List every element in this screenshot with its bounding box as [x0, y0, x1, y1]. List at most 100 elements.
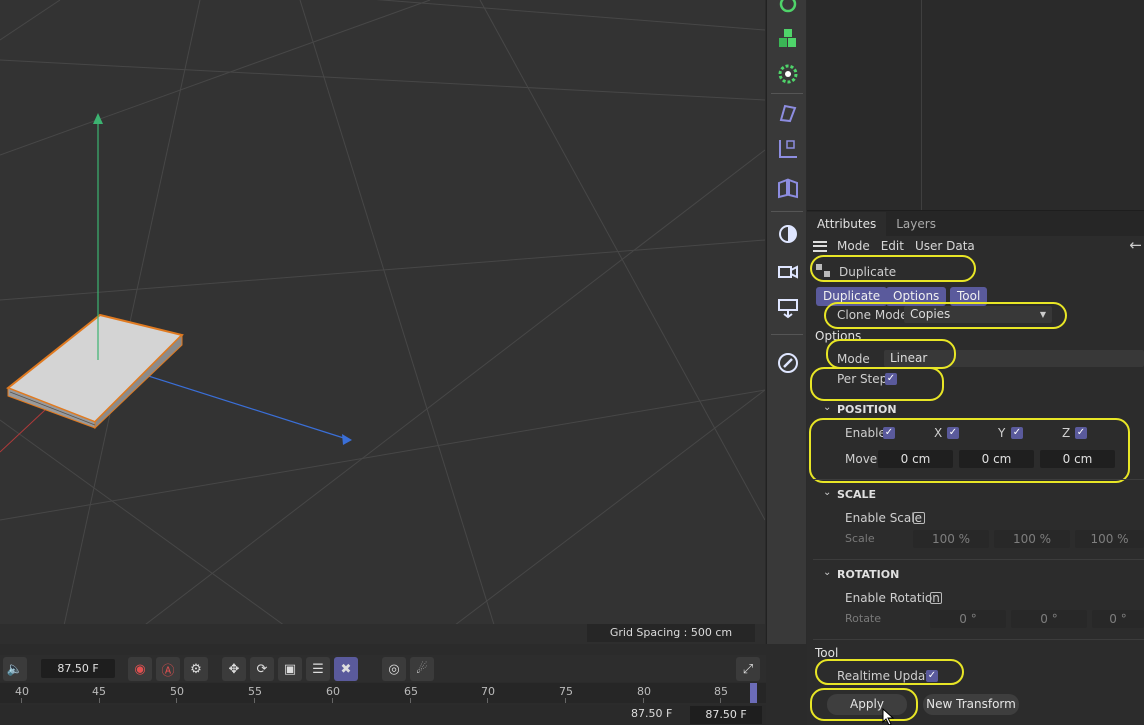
timeline-status-bar: 87.50 F 87.50 F: [0, 705, 766, 725]
deformer-icon[interactable]: [773, 98, 803, 128]
subtab-duplicate[interactable]: Duplicate: [816, 287, 888, 306]
scale-key-icon[interactable]: ▣: [278, 657, 302, 681]
axis-icon[interactable]: [773, 134, 803, 164]
ruler-label: 70: [481, 685, 495, 698]
ruler-label: 85: [714, 685, 728, 698]
ruler-label: 60: [326, 685, 340, 698]
position-z-label: Z: [1062, 426, 1071, 440]
ruler-label: 80: [637, 685, 651, 698]
ruler-label: 55: [248, 685, 262, 698]
transport-bar: 🔈 87.50 F ◉ Ⓐ ⚙ ✥ ⟳ ▣ ☰ ✖ ◎ ☄ ⤢: [0, 655, 766, 682]
x-axis: [0, 409, 46, 453]
pla-key-icon[interactable]: ✖: [334, 657, 358, 681]
end-frame-value: 87.50 F: [631, 707, 673, 720]
attributes-menu: Mode Edit User Data ←: [807, 236, 1144, 256]
move-y-field[interactable]: 0 cm: [959, 450, 1034, 468]
position-y-checkbox[interactable]: ✓: [1011, 427, 1023, 439]
timeline-ruler[interactable]: 40 45 50 55 60 65 70 75 80 85: [0, 683, 766, 703]
chevron-down-icon[interactable]: ⌄: [823, 567, 831, 578]
clone-mode-value: Copies: [910, 307, 951, 321]
max-frame-field[interactable]: 87.50 F: [690, 706, 762, 724]
attributes-panel: Attributes Layers Mode Edit User Data ← …: [807, 210, 1144, 725]
ruler-label: 65: [404, 685, 418, 698]
ruler-label: 50: [170, 685, 184, 698]
enable-scale-label: Enable Scale: [845, 511, 922, 525]
realtime-update-checkbox[interactable]: ✓: [926, 670, 938, 682]
timeline-expand-icon[interactable]: ⤢: [736, 657, 760, 681]
menu-user-data[interactable]: User Data: [915, 239, 975, 253]
position-x-label: X: [934, 426, 943, 440]
move-z-field[interactable]: 0 cm: [1040, 450, 1115, 468]
rotate-key-icon[interactable]: ⟳: [250, 657, 274, 681]
keyframe-settings-icon[interactable]: ⚙: [184, 657, 208, 681]
ruler-label: 75: [559, 685, 573, 698]
playhead[interactable]: [750, 683, 757, 703]
onion-icon[interactable]: ◎: [382, 657, 406, 681]
rotate-h-field: 0 °: [930, 610, 1006, 628]
record-icon[interactable]: ◉: [128, 657, 152, 681]
grid-spacing-label: Grid Spacing : 500 cm: [587, 624, 755, 642]
clone-mode-dropdown[interactable]: Copies ▼: [904, 306, 1052, 323]
rotate-b-field: 0 °: [1092, 610, 1144, 628]
render-icon[interactable]: [773, 293, 803, 323]
parameter-key-icon[interactable]: ☰: [306, 657, 330, 681]
object-toolbar: [766, 0, 806, 644]
position-z-checkbox[interactable]: ✓: [1075, 427, 1087, 439]
rotate-p-field: 0 °: [1011, 610, 1087, 628]
enable-rotation-checkbox[interactable]: [930, 592, 942, 604]
scale-section-title[interactable]: SCALE: [837, 488, 876, 501]
move-key-icon[interactable]: ✥: [222, 657, 246, 681]
motion-record-icon[interactable]: ☄: [410, 657, 434, 681]
position-x-checkbox[interactable]: ✓: [947, 427, 959, 439]
enable-scale-checkbox[interactable]: [913, 512, 925, 524]
position-enable-checkbox[interactable]: ✓: [883, 427, 895, 439]
z-axis-arrow: [342, 434, 352, 445]
move-label: Move: [845, 452, 878, 466]
chevron-down-icon[interactable]: ⌄: [823, 402, 831, 413]
object-manager: [807, 0, 1144, 210]
duplicate-object[interactable]: [6, 313, 184, 430]
mode-dropdown[interactable]: Linear: [884, 350, 1144, 367]
menu-edit[interactable]: Edit: [881, 239, 904, 253]
duplicate-tool-icon: [816, 264, 830, 277]
position-y-label: Y: [998, 426, 1006, 440]
chevron-down-icon[interactable]: ⌄: [823, 487, 831, 498]
ruler-label: 45: [92, 685, 106, 698]
rotation-section-title[interactable]: ROTATION: [837, 568, 899, 581]
rotate-label: Rotate: [845, 612, 882, 625]
realtime-update-label: Realtime Update: [837, 669, 938, 683]
per-step-label: Per Step: [837, 372, 888, 386]
move-x-field[interactable]: 0 cm: [878, 450, 953, 468]
speaker-icon[interactable]: 🔈: [3, 657, 27, 681]
hamburger-menu-icon[interactable]: [813, 240, 827, 252]
tab-layers[interactable]: Layers: [886, 212, 946, 236]
scale-z-field: 100 %: [1075, 530, 1144, 548]
options-header: Options: [815, 329, 862, 343]
scale-x-field: 100 %: [913, 530, 989, 548]
camera-icon[interactable]: [773, 256, 803, 286]
position-enable-label: Enable: [845, 426, 886, 440]
tab-attributes[interactable]: Attributes: [807, 212, 887, 236]
edit-icon[interactable]: [773, 348, 803, 378]
ruler-label: 40: [15, 685, 29, 698]
scale-y-field: 100 %: [994, 530, 1070, 548]
subtab-tool[interactable]: Tool: [950, 287, 988, 306]
per-step-checkbox[interactable]: ✓: [885, 373, 897, 385]
current-frame-field[interactable]: 87.50 F: [41, 659, 115, 678]
3d-viewport[interactable]: Grid Spacing : 500 cm: [0, 0, 765, 644]
cloner-icon[interactable]: [773, 0, 803, 18]
mouse-cursor-icon: [882, 708, 895, 725]
cubes-icon[interactable]: [773, 24, 803, 54]
clone-mode-label: Clone Mode: [837, 308, 908, 322]
mirror-icon[interactable]: [773, 174, 803, 204]
position-section-title[interactable]: POSITION: [837, 403, 897, 416]
light-icon[interactable]: [773, 219, 803, 249]
new-transform-button[interactable]: New Transform: [923, 694, 1019, 715]
viewport-canvas: [0, 0, 765, 644]
gear-icon[interactable]: [773, 59, 803, 89]
tool-header: Tool: [815, 646, 839, 660]
back-arrow-icon[interactable]: ←: [1129, 238, 1142, 253]
menu-mode[interactable]: Mode: [837, 239, 870, 253]
autokey-icon[interactable]: Ⓐ: [156, 657, 180, 681]
subtab-options[interactable]: Options: [886, 287, 947, 306]
